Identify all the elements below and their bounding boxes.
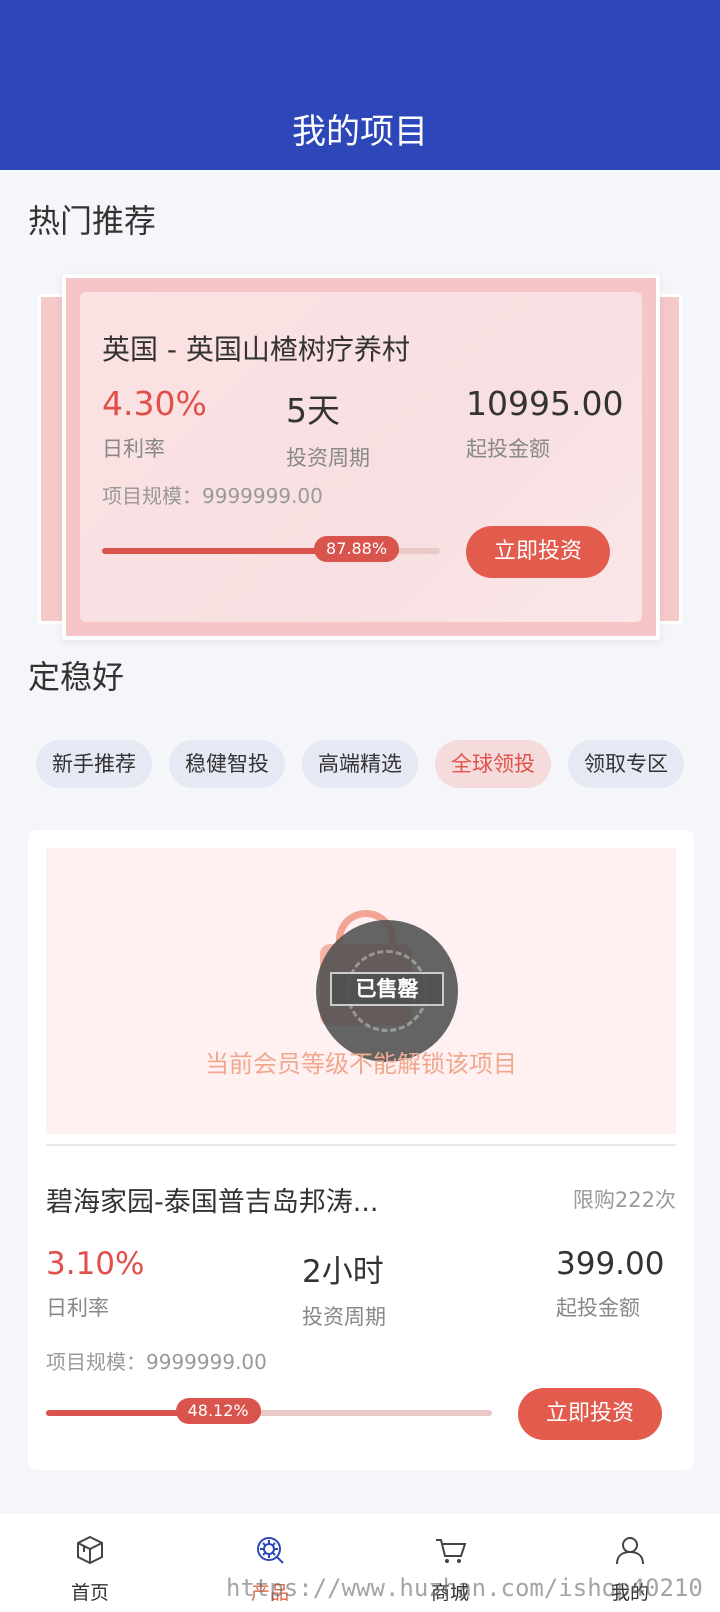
divider — [46, 1144, 676, 1146]
product-period: 2小时 投资周期 — [302, 1246, 386, 1331]
product-daily-rate-value: 3.10% — [46, 1246, 145, 1282]
hot-project-scale: 项目规模：9999999.00 — [102, 484, 323, 508]
tab-claim[interactable]: 领取专区 — [568, 740, 684, 788]
locked-overlay: 已售罄 当前会员等级不能解锁该项目 — [46, 848, 676, 1134]
nav-home[interactable]: 首页 — [30, 1514, 150, 1612]
tab-steady[interactable]: 稳健智投 — [169, 740, 285, 788]
purchase-limit: 限购222次 — [572, 1188, 676, 1212]
hot-daily-rate-value: 4.30% — [102, 384, 207, 423]
product-name: 碧海家园-泰国普吉岛邦涛... — [46, 1187, 379, 1218]
product-invest-button[interactable]: 立即投资 — [518, 1388, 662, 1440]
hot-section-title: 热门推荐 — [28, 202, 157, 240]
cart-icon — [436, 1539, 467, 1563]
product-icon — [257, 1537, 284, 1564]
hot-project-card[interactable]: 英国 - 英国山楂树疗养村 4.30% 日利率 5天 投资周期 10995.00… — [62, 274, 660, 640]
page-title: 我的项目 — [292, 112, 428, 152]
category-tabs: 新手推荐 稳健智投 高端精选 全球领投 领取专区 — [36, 740, 686, 788]
product-daily-rate: 3.10% 日利率 — [46, 1246, 144, 1322]
tab-newbie[interactable]: 新手推荐 — [36, 740, 152, 788]
product-card[interactable]: 已售罄 当前会员等级不能解锁该项目 碧海家园-泰国普吉岛邦涛... 限购222次… — [28, 830, 694, 1470]
stable-section-title: 定稳好 — [28, 658, 125, 696]
hot-period-value: 5天 — [286, 391, 340, 430]
product-min-amount-label: 起投金额 — [556, 1296, 640, 1320]
app-header: 我的项目 — [0, 0, 720, 170]
product-progress-bar: 48.12% — [46, 1398, 492, 1424]
nav-home-label: 首页 — [70, 1582, 109, 1604]
hot-min-amount-value: 10995.00 — [466, 384, 624, 423]
product-period-value: 2小时 — [302, 1254, 384, 1290]
sold-out-label: 已售罄 — [330, 972, 444, 1006]
hot-daily-rate: 4.30% 日利率 — [102, 384, 207, 463]
tab-premium[interactable]: 高端精选 — [302, 740, 418, 788]
product-progress-badge: 48.12% — [175, 1398, 261, 1424]
hot-project-name: 英国 - 英国山楂树疗养村 — [102, 333, 410, 366]
watermark: https://www.huzhan.com/ishop40210 — [226, 1574, 703, 1602]
sold-out-stamp: 已售罄 — [316, 920, 458, 1062]
home-icon — [77, 1535, 103, 1565]
product-min-amount: 399.00 起投金额 — [556, 1246, 664, 1322]
product-period-label: 投资周期 — [302, 1305, 386, 1329]
hot-period-label: 投资周期 — [286, 446, 370, 470]
hot-invest-button[interactable]: 立即投资 — [466, 526, 610, 578]
hot-progress-bar: 87.88% — [102, 536, 440, 562]
hot-min-amount: 10995.00 起投金额 — [466, 384, 623, 463]
tab-global[interactable]: 全球领投 — [435, 740, 551, 788]
product-daily-rate-label: 日利率 — [46, 1296, 109, 1320]
lock-message: 当前会员等级不能解锁该项目 — [205, 1050, 517, 1078]
product-min-amount-value: 399.00 — [556, 1246, 665, 1282]
hot-min-amount-label: 起投金额 — [466, 437, 550, 461]
user-icon — [616, 1537, 644, 1565]
product-scale: 项目规模：9999999.00 — [46, 1350, 267, 1374]
hot-daily-rate-label: 日利率 — [102, 437, 165, 461]
hot-progress-badge: 87.88% — [314, 536, 400, 562]
hot-period: 5天 投资周期 — [286, 384, 370, 472]
